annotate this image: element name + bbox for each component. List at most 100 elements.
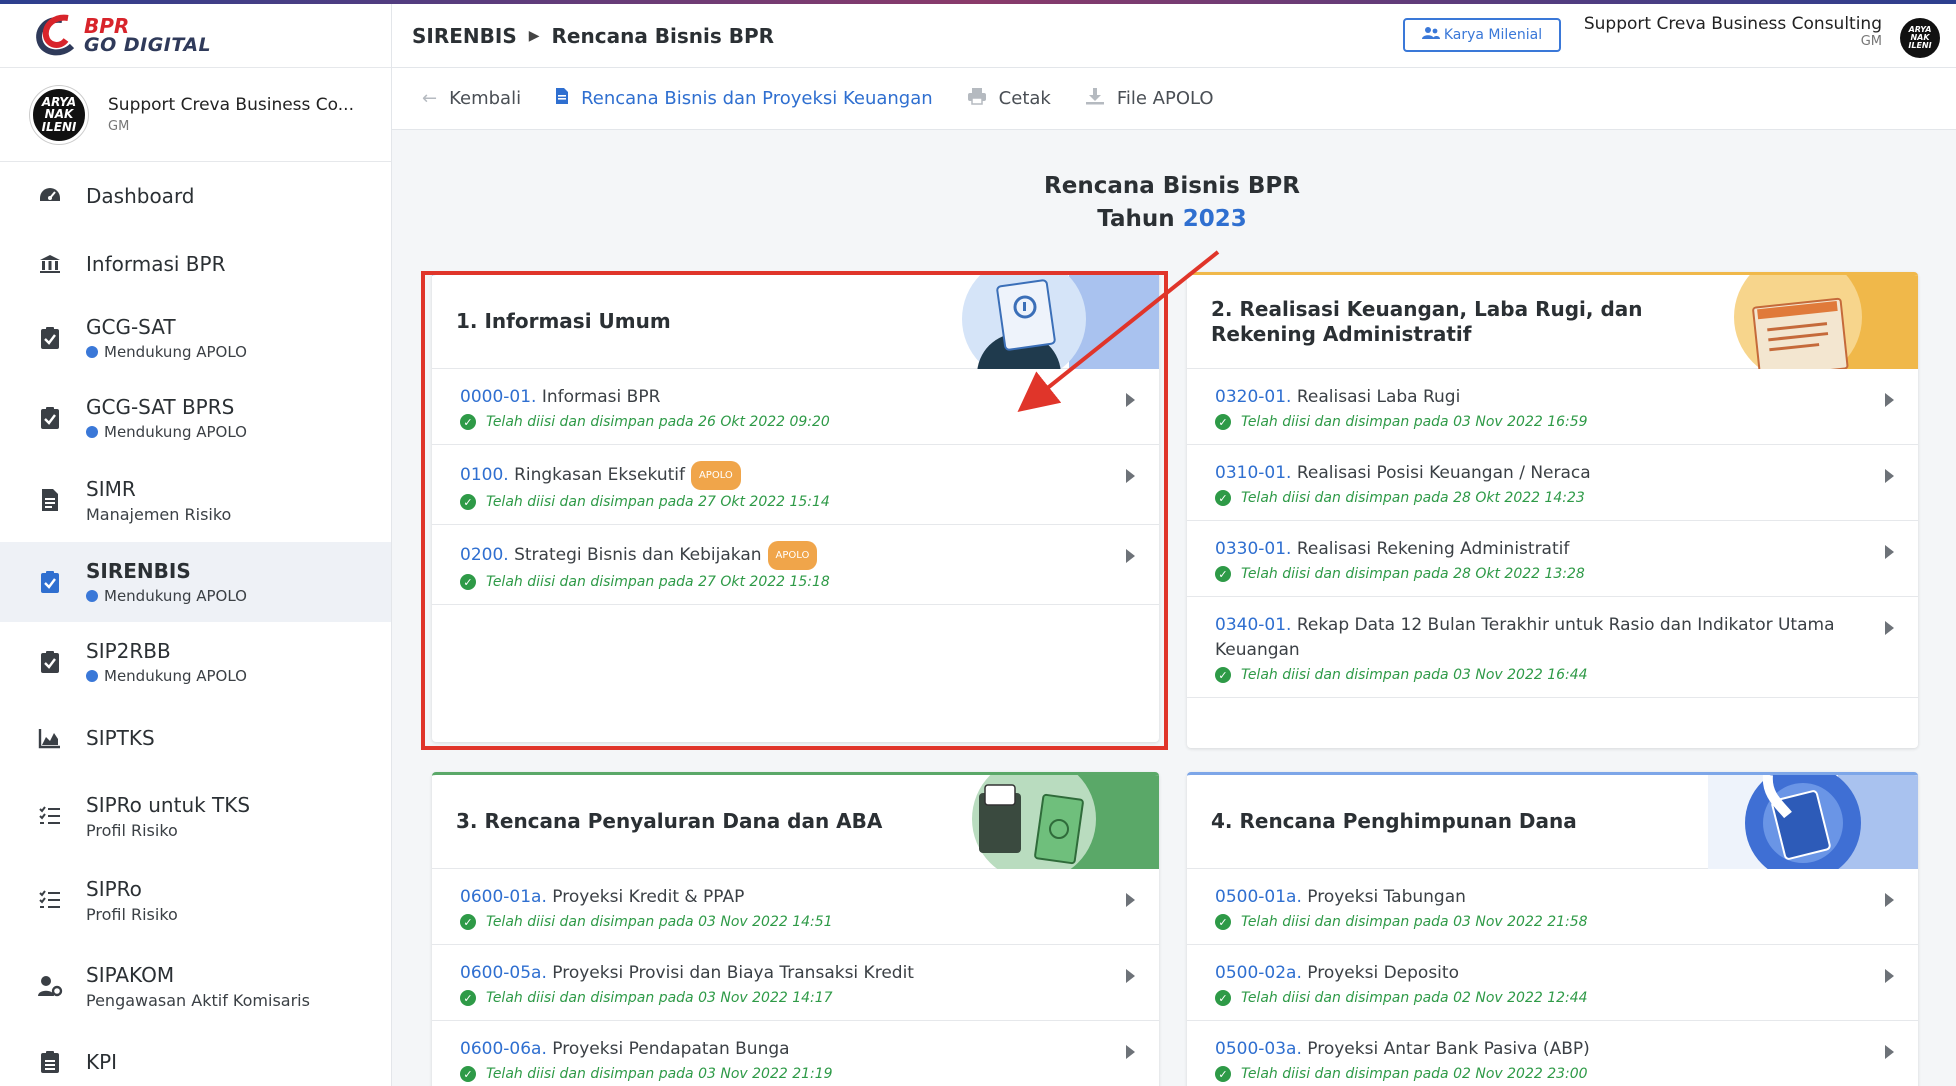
checklist-icon	[36, 886, 64, 914]
sidebar-item-sip2rbb[interactable]: SIP2RBB Mendukung APOLO	[0, 622, 391, 702]
caret-right-icon	[1885, 393, 1894, 407]
list-item[interactable]: 0500-03a. Proyeksi Antar Bank Pasiva (AB…	[1187, 1021, 1918, 1086]
sidebar-item-dashboard[interactable]: Dashboard	[0, 162, 391, 230]
clipboard-check-icon	[36, 648, 64, 676]
print-button[interactable]: Cetak	[967, 87, 1051, 110]
check-circle-icon: ✓	[460, 574, 476, 590]
sidebar-item-kpi[interactable]: KPI	[0, 1030, 391, 1086]
document-icon	[36, 486, 64, 514]
bpr-logo-icon	[32, 14, 80, 58]
caret-right-icon	[1126, 1045, 1135, 1059]
list-item[interactable]: 0600-01a. Proyeksi Kredit & PPAP ✓ Telah …	[432, 869, 1159, 945]
card-rencana-penyaluran-dana: 3. Rencana Penyaluran Dana dan ABA 0600-…	[432, 772, 1159, 1086]
caret-right-icon: ▶	[528, 28, 540, 44]
card-title: 1. Informasi Umum	[456, 309, 671, 333]
page-title: Rencana Bisnis BPR Tahun 2023	[1044, 173, 1300, 232]
money-illustration-icon	[949, 775, 1159, 869]
list-item[interactable]: 0600-06a. Proyeksi Pendapatan Bunga ✓ Tel…	[432, 1021, 1159, 1086]
caret-right-icon	[1885, 969, 1894, 983]
card-title: 4. Rencana Penghimpunan Dana	[1211, 809, 1577, 833]
app-logo[interactable]: BPR GO DIGITAL	[0, 4, 391, 68]
file-apolo-button[interactable]: File APOLO	[1085, 87, 1214, 110]
check-circle-icon: ✓	[1215, 490, 1231, 506]
sidebar-item-sipakom[interactable]: SIPAKOM Pengawasan Aktif Komisaris	[0, 942, 391, 1030]
sidebar-item-sirenbis[interactable]: SIRENBIS Mendukung APOLO	[0, 542, 391, 622]
card-realisasi-keuangan: 2. Realisasi Keuangan, Laba Rugi, dan Re…	[1187, 272, 1918, 748]
caret-right-icon	[1885, 545, 1894, 559]
card-rencana-penghimpunan-dana: 4. Rencana Penghimpunan Dana 0500-01a. P…	[1187, 772, 1918, 1086]
breadcrumb-current: Rencana Bisnis BPR	[551, 24, 775, 48]
list-item[interactable]: 0500-02a. Proyeksi Deposito ✓ Telah diisi…	[1187, 945, 1918, 1021]
speedometer-icon	[36, 182, 64, 210]
clipboard-check-icon	[36, 404, 64, 432]
printer-icon	[967, 87, 987, 110]
breadcrumb: SIRENBIS ▶ Rencana Bisnis BPR	[412, 24, 774, 48]
sidebar-user[interactable]: ARYA NAK ILENI Support Creva Business Co…	[0, 68, 391, 162]
list-item[interactable]: 0330-01. Realisasi Rekening Administrati…	[1187, 521, 1918, 597]
card-payment-illustration-icon	[1708, 775, 1918, 869]
caret-right-icon	[1126, 969, 1135, 983]
check-circle-icon: ✓	[460, 990, 476, 1006]
check-circle-icon: ✓	[460, 414, 476, 430]
download-icon	[1085, 87, 1105, 110]
caret-right-icon	[1126, 549, 1135, 563]
top-header: SIRENBIS ▶ Rencana Bisnis BPR Karya Mile…	[392, 4, 1956, 68]
users-icon	[1421, 26, 1440, 44]
sidebar-item-informasi-bpr[interactable]: Informasi BPR	[0, 230, 391, 298]
list-item[interactable]: 0000-01. Informasi BPR ✓ Telah diisi dan …	[432, 369, 1159, 445]
check-circle-icon: ✓	[1215, 914, 1231, 930]
list-item[interactable]: 0310-01. Realisasi Posisi Keuangan / Ner…	[1187, 445, 1918, 521]
list-item[interactable]: 0500-01a. Proyeksi Tabungan ✓ Telah diisi…	[1187, 869, 1918, 945]
informasi-illustration-icon	[949, 275, 1159, 369]
list-item[interactable]: 0320-01. Realisasi Laba Rugi ✓ Telah diis…	[1187, 369, 1918, 445]
apolo-badge: APOLO	[767, 541, 818, 570]
check-circle-icon: ✓	[1215, 990, 1231, 1006]
toolbar: ← Kembali Rencana Bisnis dan Proyeksi Ke…	[392, 68, 1956, 130]
list-item[interactable]: 0200. Strategi Bisnis dan Kebijakan APOLO…	[432, 525, 1159, 605]
caret-right-icon	[1126, 893, 1135, 907]
caret-right-icon	[1885, 893, 1894, 907]
caret-right-icon	[1885, 469, 1894, 483]
check-circle-icon: ✓	[460, 1066, 476, 1082]
back-button[interactable]: ← Kembali	[422, 88, 521, 109]
rencana-bisnis-doc-link[interactable]: Rencana Bisnis dan Proyeksi Keuangan	[555, 87, 933, 110]
avatar: ARYA NAK ILENI	[30, 85, 88, 144]
breadcrumb-root[interactable]: SIRENBIS	[412, 24, 517, 48]
apolo-badge: APOLO	[690, 461, 741, 490]
sidebar-menu: Dashboard Informasi BPR GCG-SAT Mendukung…	[0, 162, 391, 1086]
header-user[interactable]: Support Creva Business Consulting GM	[1584, 14, 1882, 49]
user-role: GM	[108, 119, 130, 134]
bank-icon	[36, 250, 64, 278]
clipboard-check-icon	[36, 568, 64, 596]
arrow-left-icon: ←	[422, 88, 438, 109]
clipboard-list-icon	[36, 1048, 64, 1076]
document-icon	[555, 87, 569, 110]
check-circle-icon: ✓	[1215, 566, 1231, 582]
sidebar: BPR GO DIGITAL ARYA NAK ILENI Support Cr…	[0, 4, 392, 1086]
list-item[interactable]: 0340-01. Rekap Data 12 Bulan Terakhir un…	[1187, 597, 1918, 698]
user-settings-icon	[36, 972, 64, 1000]
caret-right-icon	[1885, 1045, 1894, 1059]
year-value[interactable]: 2023	[1183, 206, 1247, 232]
check-circle-icon: ✓	[460, 914, 476, 930]
card-title: 2. Realisasi Keuangan, Laba Rugi, dan Re…	[1211, 296, 1643, 346]
header-avatar[interactable]: ARYA NAK ILENI	[1900, 18, 1940, 58]
user-name: Support Creva Business Co...	[108, 95, 354, 115]
list-item[interactable]: 0600-05a. Proyeksi Provisi dan Biaya Tra…	[432, 945, 1159, 1021]
sidebar-item-simr[interactable]: SIMR Manajemen Risiko	[0, 458, 391, 542]
sidebar-item-sipro-tks[interactable]: SIPRo untuk TKS Profil Risiko	[0, 774, 391, 858]
sidebar-item-gcg-sat-bprs[interactable]: GCG-SAT BPRS Mendukung APOLO	[0, 378, 391, 458]
check-circle-icon: ✓	[1215, 667, 1231, 683]
check-circle-icon: ✓	[1215, 414, 1231, 430]
logo-text-bottom: GO DIGITAL	[84, 34, 212, 56]
list-item[interactable]: 0100. Ringkasan Eksekutif APOLO ✓ Telah di…	[432, 445, 1159, 525]
area-chart-icon	[36, 724, 64, 752]
karya-milenial-button[interactable]: Karya Milenial	[1403, 18, 1561, 52]
logo-text-top: BPR	[84, 14, 130, 38]
caret-right-icon	[1126, 393, 1135, 407]
sidebar-item-gcg-sat[interactable]: GCG-SAT Mendukung APOLO	[0, 298, 391, 378]
card-title: 3. Rencana Penyaluran Dana dan ABA	[456, 809, 883, 833]
sidebar-item-sipro[interactable]: SIPRo Profil Risiko	[0, 858, 391, 942]
sidebar-item-siptks[interactable]: SIPTKS	[0, 702, 391, 774]
report-illustration-icon	[1708, 275, 1918, 369]
